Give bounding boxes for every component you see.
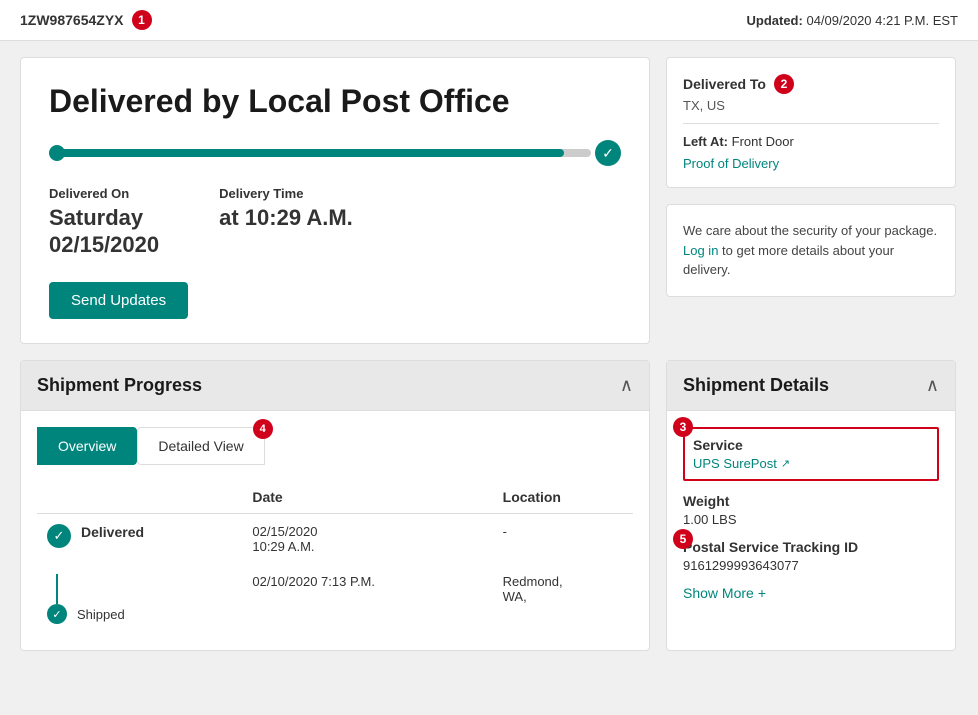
delivery-title: Delivered by Local Post Office: [49, 82, 621, 120]
shipped-status-label: Shipped: [77, 607, 125, 622]
login-link[interactable]: Log in: [683, 243, 718, 258]
delivered-check-icon: ✓: [47, 524, 71, 548]
col-header-date: Date: [242, 481, 492, 514]
date-cell-1: 02/15/2020 10:29 A.M.: [242, 514, 492, 565]
details-collapse-icon[interactable]: ∧: [926, 375, 939, 396]
progress-track: [57, 149, 591, 157]
progress-start-dot: [49, 145, 65, 161]
postal-value: 9161299993643077: [683, 558, 939, 573]
left-at-label: Left At:: [683, 134, 728, 149]
show-more-section: Show More +: [683, 585, 939, 601]
badge-1: 1: [132, 10, 152, 30]
delivered-date: Saturday 02/15/2020: [49, 205, 159, 258]
top-bar: 1ZW987654ZYX 1 Updated: 04/09/2020 4:21 …: [0, 0, 978, 41]
collapse-icon[interactable]: ∧: [620, 375, 633, 396]
tabs-container: Overview Detailed View 4: [37, 427, 633, 465]
delivered-status-label: Delivered: [81, 524, 144, 540]
delivery-time-label: Delivery Time: [219, 186, 353, 201]
postal-section: Postal Service Tracking ID 9161299993643…: [683, 539, 939, 573]
show-more-link[interactable]: Show More +: [683, 585, 766, 601]
col-header-location: Location: [493, 481, 633, 514]
service-section-wrap: 3 Service UPS SurePost ↗: [683, 427, 939, 481]
status-cell: ✓ Delivered: [37, 514, 242, 565]
left-at-value: Front Door: [732, 134, 794, 149]
weight-value: 1.00 LBS: [683, 512, 939, 527]
shipment-progress-title: Shipment Progress: [37, 375, 202, 396]
delivered-to-title: Delivered To: [683, 76, 766, 92]
delivered-on-label: Delivered On: [49, 186, 159, 201]
delivered-date-line1: Saturday: [49, 205, 159, 231]
date-cell-2: 02/10/2020 7:13 P.M.: [242, 564, 492, 634]
divider-1: [683, 123, 939, 124]
bottom-section: Shipment Progress ∧ Overview Detailed Vi…: [0, 360, 978, 671]
date-line2-row1: 10:29 A.M.: [252, 539, 482, 554]
left-at: Left At: Front Door: [683, 134, 939, 149]
updated-value: 04/09/2020 4:21 P.M. EST: [806, 13, 958, 28]
updated-label: Updated:: [747, 13, 803, 28]
shipped-check-icon: ✓: [47, 604, 67, 624]
send-updates-button[interactable]: Send Updates: [49, 282, 188, 319]
tab-badge-4: 4: [253, 419, 273, 439]
table-row: ✓ Delivered 02/15/2020 10:29 A.M. -: [37, 514, 633, 565]
proof-of-delivery-link[interactable]: Proof of Delivery: [683, 156, 779, 171]
updated-timestamp: Updated: 04/09/2020 4:21 P.M. EST: [747, 13, 959, 28]
progress-bar: ✓: [49, 140, 621, 166]
right-panel: Delivered To 2 TX, US Left At: Front Doo…: [666, 57, 956, 344]
delivered-to-header: Delivered To 2: [683, 74, 939, 94]
delivered-to-location: TX, US: [683, 98, 939, 113]
location-line1-row2: Redmond,: [503, 574, 623, 589]
shipment-details-header: Shipment Details ∧: [667, 361, 955, 411]
delivery-info: Delivered On Saturday 02/15/2020 Deliver…: [49, 186, 621, 258]
security-card: We care about the security of your packa…: [666, 204, 956, 297]
security-text: We care about the security of your packa…: [683, 221, 939, 280]
shipment-details-title: Shipment Details: [683, 375, 829, 396]
location-cell-2: Redmond, WA,: [493, 564, 633, 634]
col-header-status: [37, 481, 242, 514]
tracking-table: Date Location ✓ Delivered 02/15/2: [37, 481, 633, 634]
shipment-details-body: 3 Service UPS SurePost ↗ Weight 1.00 LBS…: [667, 411, 955, 617]
shipment-details-panel: Shipment Details ∧ 3 Service UPS SurePos…: [666, 360, 956, 651]
ups-surepost-link[interactable]: UPS SurePost ↗: [693, 456, 929, 471]
postal-section-wrap: 5 Postal Service Tracking ID 91612999936…: [683, 539, 939, 573]
location-line2-row2: WA,: [503, 589, 623, 604]
tab-overview[interactable]: Overview: [37, 427, 137, 465]
service-label: Service: [693, 437, 929, 453]
progress-fill: [57, 149, 564, 157]
shipment-progress-body: Overview Detailed View 4 Date Location: [21, 411, 649, 650]
delivered-to-card: Delivered To 2 TX, US Left At: Front Doo…: [666, 57, 956, 188]
show-more-label: Show More: [683, 585, 754, 601]
delivery-time-value: at 10:29 A.M.: [219, 205, 353, 231]
tracking-number: 1ZW987654ZYX: [20, 12, 124, 28]
table-row: ✓ Shipped 02/10/2020 7:13 P.M. Redmond, …: [37, 564, 633, 634]
status-cell-inner: ✓ Delivered: [47, 524, 232, 548]
location-cell-1: -: [493, 514, 633, 565]
timeline-line: [56, 574, 58, 604]
security-text-before: We care about the security of your packa…: [683, 223, 937, 238]
progress-check-icon: ✓: [595, 140, 621, 166]
tracking-number-section: 1ZW987654ZYX 1: [20, 10, 152, 30]
weight-section: Weight 1.00 LBS: [683, 493, 939, 527]
delivered-date-line2: 02/15/2020: [49, 232, 159, 258]
delivery-time-item: Delivery Time at 10:29 A.M.: [219, 186, 353, 258]
weight-label: Weight: [683, 493, 939, 509]
shipment-progress-header: Shipment Progress ∧: [21, 361, 649, 411]
service-value: UPS SurePost: [693, 456, 777, 471]
delivery-card: Delivered by Local Post Office ✓ Deliver…: [20, 57, 650, 344]
delivered-on-item: Delivered On Saturday 02/15/2020: [49, 186, 159, 258]
badge-2: 2: [774, 74, 794, 94]
show-more-plus-icon: +: [758, 585, 766, 601]
service-box: Service UPS SurePost ↗: [683, 427, 939, 481]
date-line1-row1: 02/15/2020: [252, 524, 482, 539]
status-cell-2: ✓ Shipped: [37, 564, 242, 634]
tab-detailed-view[interactable]: Detailed View: [137, 427, 264, 465]
date-line1-row2: 02/10/2020 7:13 P.M.: [252, 574, 482, 589]
external-link-icon: ↗: [781, 457, 790, 470]
postal-label: Postal Service Tracking ID: [683, 539, 939, 555]
main-content: Delivered by Local Post Office ✓ Deliver…: [0, 41, 978, 360]
shipment-progress-panel: Shipment Progress ∧ Overview Detailed Vi…: [20, 360, 650, 651]
